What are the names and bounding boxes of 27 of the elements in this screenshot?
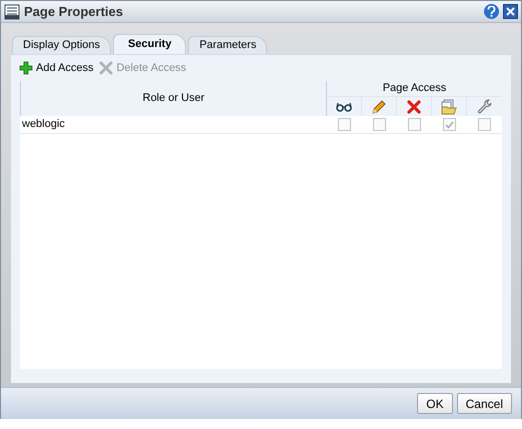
permission-checkbox[interactable] bbox=[443, 118, 456, 131]
tab[interactable]: Display Options bbox=[12, 36, 112, 54]
tab[interactable]: Parameters bbox=[188, 36, 268, 54]
close-icon bbox=[506, 7, 515, 16]
table-cell-text: weblogic bbox=[21, 117, 66, 132]
tab[interactable]: Security bbox=[113, 34, 186, 54]
pencil-icon bbox=[371, 98, 387, 114]
permission-checkbox[interactable] bbox=[338, 118, 351, 131]
window-icon bbox=[4, 4, 20, 20]
glasses-icon bbox=[336, 102, 352, 112]
ok-button[interactable]: OK bbox=[417, 393, 453, 414]
column-header: Role or User bbox=[21, 81, 327, 116]
window-title: Page Properties bbox=[24, 2, 123, 21]
delete-x-icon bbox=[99, 61, 114, 75]
help-button[interactable] bbox=[484, 4, 499, 19]
column-group-header: Page Access bbox=[327, 81, 502, 97]
wrench-icon bbox=[476, 98, 492, 114]
cancel-button[interactable]: Cancel bbox=[456, 393, 512, 414]
help-icon bbox=[487, 6, 496, 17]
close-button[interactable] bbox=[503, 4, 518, 19]
check-icon bbox=[445, 120, 454, 128]
add-access-button[interactable]: Add Access bbox=[19, 60, 94, 76]
delete-x-icon bbox=[407, 100, 421, 114]
permission-checkbox[interactable] bbox=[478, 118, 491, 131]
permission-checkbox[interactable] bbox=[408, 118, 421, 131]
permission-checkbox[interactable] bbox=[373, 118, 386, 131]
plus-icon bbox=[19, 61, 33, 75]
